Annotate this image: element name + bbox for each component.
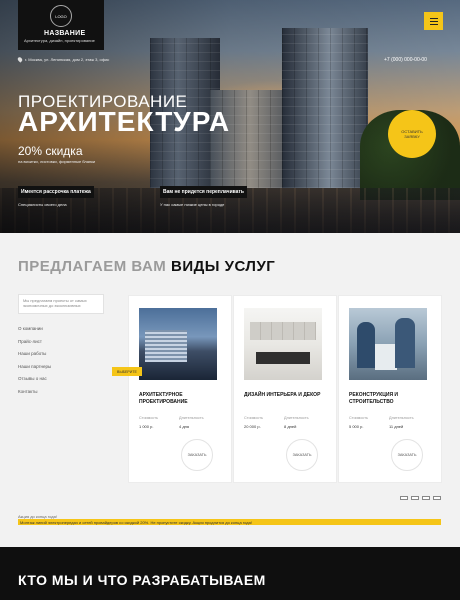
nav-item-pricelist[interactable]: Прайс-лист — [18, 339, 51, 352]
card-title: ДИЗАЙН ИНТЕРЬЕРА И ДЕКОР — [244, 392, 321, 398]
about-title: КТО МЫ И ЧТО РАЗРАБАТЫВАЕМ — [18, 572, 266, 588]
nav-item-partners[interactable]: Наши партнеры — [18, 364, 51, 377]
cost-value: 1 000 р. — [139, 424, 154, 429]
select-tag[interactable]: ВЫБЕРИТЕ — [112, 367, 142, 376]
address: г. Москва, ул. Ленинская, дом 2, этаж 3,… — [16, 56, 109, 63]
cost-value: 5 000 р. — [349, 424, 364, 429]
card-title: АРХИТЕКТУРНОЕ ПРОЕКТИРОВАНИЕ — [139, 392, 188, 405]
engineers-photo — [349, 308, 427, 380]
cost-value: 20 000 р. — [244, 424, 261, 429]
carousel-dot[interactable] — [433, 496, 441, 500]
card-title: РЕКОНСТРУКЦИЯ И СТРОИТЕЛЬСТВО — [349, 392, 399, 405]
nav-item-works[interactable]: Наши работы — [18, 351, 51, 364]
location-pin-icon — [16, 56, 24, 63]
order-button[interactable]: ЗАКАЗАТЬ — [181, 439, 213, 471]
service-card[interactable]: АРХИТЕКТУРНОЕ ПРОЕКТИРОВАНИЕ Стоимость Д… — [128, 295, 232, 483]
hero-section: LOGO НАЗВАНИЕ Архитектура, дизайн, проек… — [0, 0, 460, 233]
carousel-dot[interactable] — [411, 496, 419, 500]
cost-label: Стоимость — [139, 416, 159, 420]
duration-label: Длительность — [179, 416, 204, 420]
services-title: ПРЕДЛАГАЕМ ВАМ ВИДЫ УСЛУГ — [18, 258, 276, 275]
feature-no-overpay: Вам не придется переплачивать — [160, 186, 247, 198]
duration-value: 4 дня — [179, 424, 190, 429]
leave-request-button[interactable]: ОСТАВИТЬ ЗАЯВКУ — [388, 110, 436, 158]
side-nav: О компании Прайс-лист Наши работы Наши п… — [18, 326, 51, 401]
duration-label: Длительность — [284, 416, 309, 420]
discount-headline: 20% скидка — [18, 144, 83, 158]
order-button[interactable]: ЗАКАЗАТЬ — [286, 439, 318, 471]
cost-label: Стоимость — [349, 416, 369, 420]
nav-item-reviews[interactable]: Отзывы о нас — [18, 376, 51, 389]
duration-label: Длительность — [389, 416, 414, 420]
duration-value: 11 дней — [389, 424, 404, 429]
cost-label: Стоимость — [244, 416, 264, 420]
logo-mark: LOGO — [50, 5, 72, 27]
feature-installment: Имеется рассрочка платежа — [18, 186, 94, 198]
duration-value: 8 дней — [284, 424, 297, 429]
services-intro-box: Мы предлагаем проекты от самых экономичн… — [18, 294, 104, 314]
order-button[interactable]: ЗАКАЗАТЬ — [391, 439, 423, 471]
promo-bar: Монтаж линий электропередач и сетей пров… — [18, 519, 441, 525]
kitchen-photo — [244, 308, 322, 380]
carousel-dot[interactable] — [400, 496, 408, 500]
carousel-dots — [400, 496, 441, 500]
brand-subtitle: Архитектура, дизайн, проектирование — [24, 38, 95, 43]
feature-installment-sub: Специалисты своего дела — [18, 202, 67, 207]
discount-note: на визитки, листовки, фирменные бланки — [18, 159, 96, 164]
hamburger-icon[interactable] — [424, 12, 443, 30]
carousel-dot[interactable] — [422, 496, 430, 500]
phone-number[interactable]: +7 (000) 000-00-00 — [384, 57, 427, 63]
hero-title-line2: АРХИТЕКТУРА — [18, 106, 231, 137]
city-photo — [139, 308, 217, 380]
service-card[interactable]: ДИЗАЙН ИНТЕРЬЕРА И ДЕКОР Стоимость Длите… — [233, 295, 337, 483]
feature-no-overpay-sub: У нас самые низкие цены в городе — [160, 202, 225, 207]
brand-name: НАЗВАНИЕ — [44, 30, 86, 37]
nav-item-about[interactable]: О компании — [18, 326, 51, 339]
nav-item-contacts[interactable]: Контакты — [18, 389, 51, 402]
service-card[interactable]: РЕКОНСТРУКЦИЯ И СТРОИТЕЛЬСТВО Стоимость … — [338, 295, 442, 483]
